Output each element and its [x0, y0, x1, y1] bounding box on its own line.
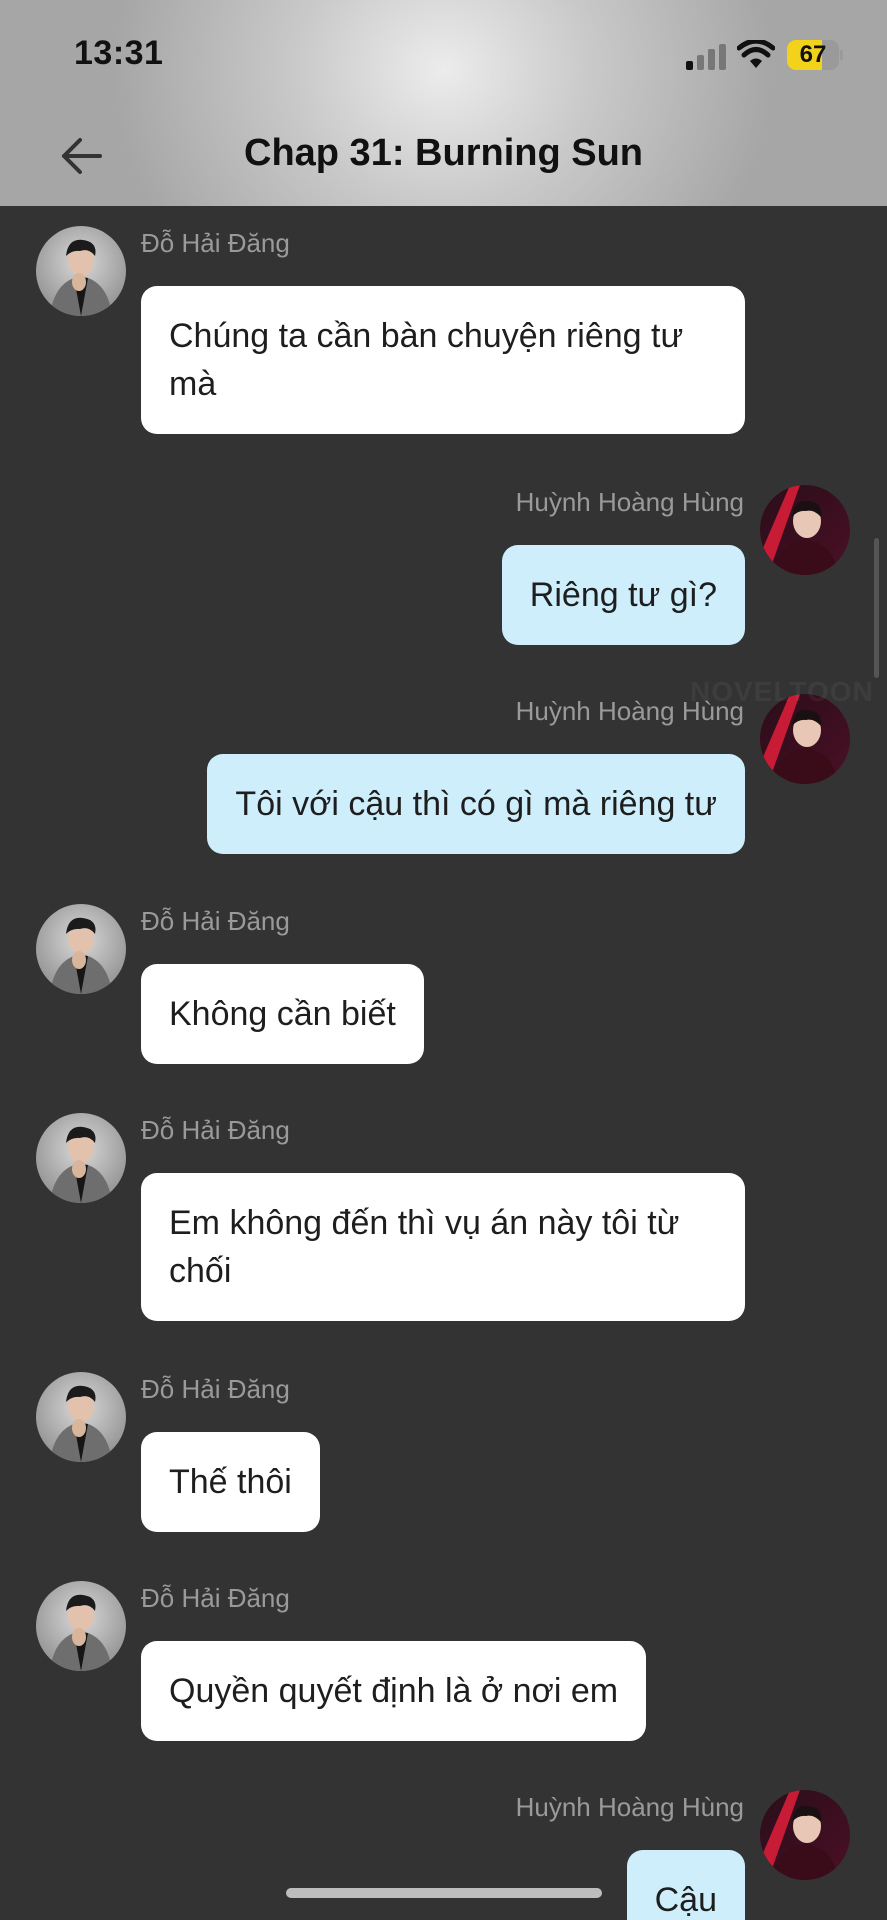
header: 13:31 67 Chap 31: Burning Sun	[0, 0, 887, 206]
battery-level: 67	[799, 41, 827, 68]
sender-name: Đỗ Hải Đăng	[141, 1583, 290, 1613]
sender-name: Huỳnh Hoàng Hùng	[515, 487, 744, 517]
avatar[interactable]	[36, 1113, 126, 1203]
chat-screen: 13:31 67 Chap 31: Burning Sun Đỗ Hải Đăn…	[0, 0, 887, 1920]
watermark: NOVELTOON	[690, 676, 874, 707]
message-bubble[interactable]: Thế thôi	[141, 1432, 320, 1532]
sender-name: Đỗ Hải Đăng	[141, 1374, 290, 1404]
avatar[interactable]	[36, 904, 126, 994]
scrollbar[interactable]	[874, 538, 879, 678]
avatar[interactable]	[760, 485, 850, 575]
message-bubble[interactable]: Quyền quyết định là ở nơi em	[141, 1641, 647, 1741]
avatar[interactable]	[760, 1790, 850, 1880]
back-button[interactable]	[58, 132, 106, 180]
sender-name: Huỳnh Hoàng Hùng	[515, 1792, 744, 1822]
arrow-left-icon	[62, 138, 102, 174]
avatar[interactable]	[36, 226, 126, 316]
message-bubble[interactable]: Em không đến thì vụ án này tôi từ chối	[141, 1173, 745, 1321]
chat-list[interactable]: Đỗ Hải Đăng Chúng ta cần bàn chuyện riên…	[0, 206, 887, 1920]
cellular-signal-icon	[686, 44, 726, 70]
wifi-icon	[737, 40, 775, 68]
message-bubble[interactable]: Cậu	[626, 1850, 745, 1920]
sender-name: Đỗ Hải Đăng	[141, 1115, 290, 1145]
home-indicator[interactable]	[286, 1888, 602, 1898]
message-bubble[interactable]: Tôi với cậu thì có gì mà riêng tư	[207, 754, 745, 854]
sender-name: Đỗ Hải Đăng	[141, 228, 290, 258]
message-bubble[interactable]: Không cần biết	[141, 964, 424, 1064]
page-title: Chap 31: Burning Sun	[244, 132, 643, 174]
sender-name: Đỗ Hải Đăng	[141, 906, 290, 936]
message-bubble[interactable]: Chúng ta cần bàn chuyện riêng tư mà	[141, 286, 745, 434]
avatar[interactable]	[36, 1372, 126, 1462]
battery-icon: 67	[787, 40, 843, 70]
avatar[interactable]	[36, 1581, 126, 1671]
message-bubble[interactable]: Riêng tư gì?	[501, 545, 745, 645]
status-time: 13:31	[74, 34, 164, 72]
